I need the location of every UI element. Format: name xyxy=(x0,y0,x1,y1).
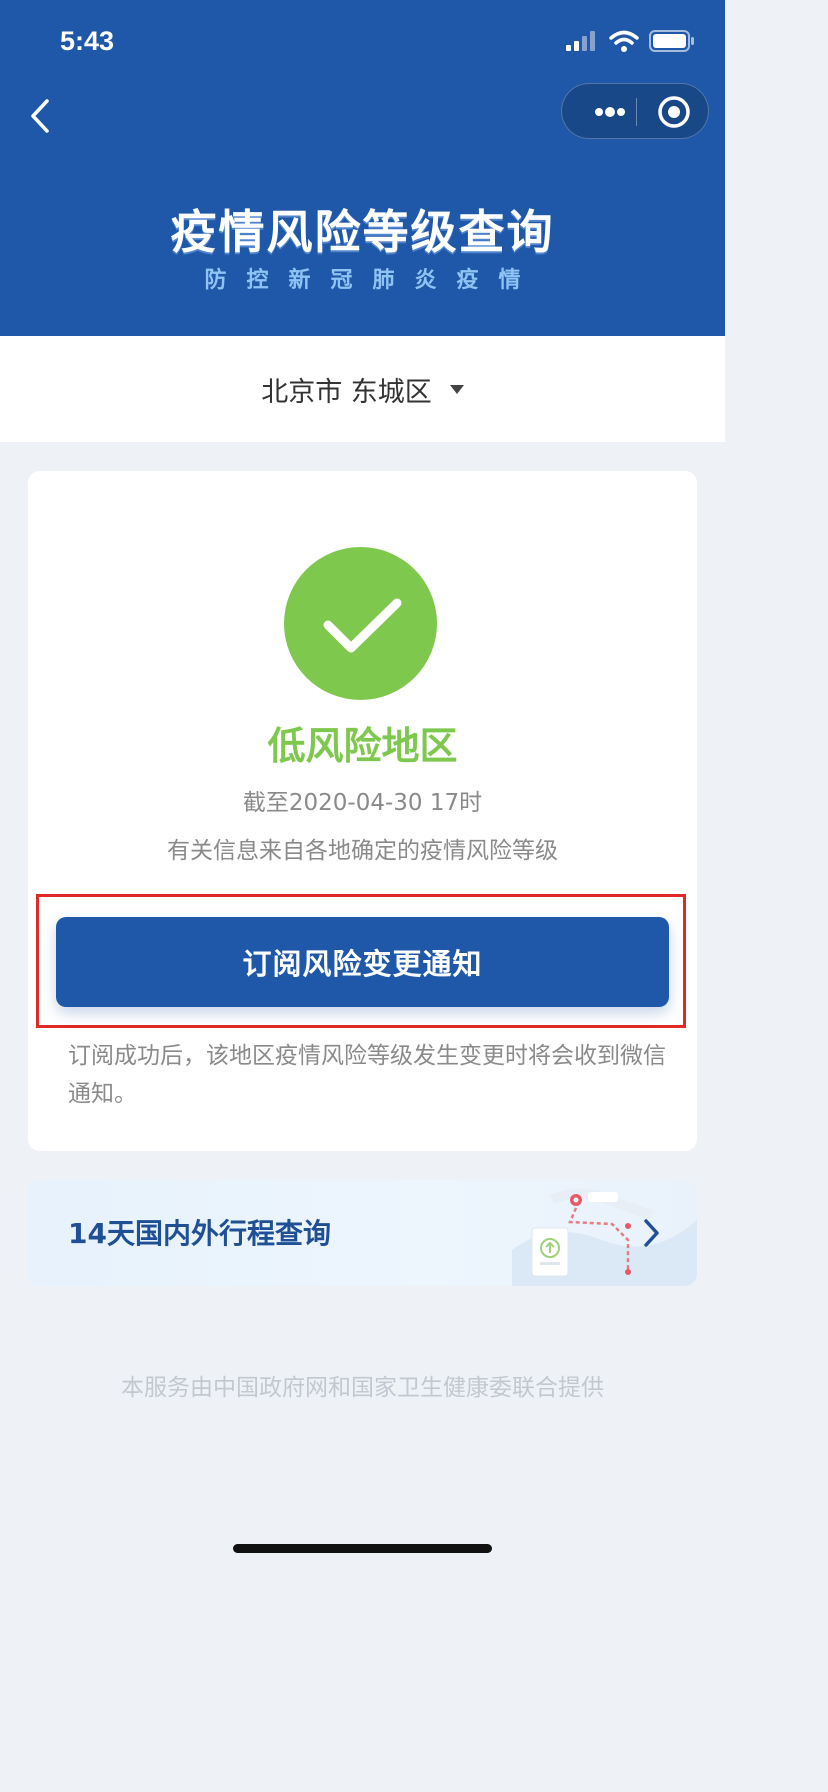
header: 5:43 疫情风险等级查询 防控新冠肺炎疫情 xyxy=(0,0,725,336)
location-value: 北京市 东城区 xyxy=(261,376,432,408)
home-indicator[interactable] xyxy=(233,1544,492,1553)
checkmark-icon xyxy=(323,598,402,653)
location-selector[interactable]: 北京市 东城区 xyxy=(261,370,464,409)
travel-history-label: 14天国内外行程查询 xyxy=(68,1217,331,1250)
status-time: 5:43 xyxy=(60,26,115,56)
close-mini-program-icon[interactable] xyxy=(654,84,710,140)
more-icon[interactable] xyxy=(582,84,638,140)
wifi-icon xyxy=(609,30,639,52)
dropdown-arrow-icon xyxy=(449,384,464,394)
mini-program-capsule xyxy=(561,83,709,139)
route-map-illustration xyxy=(512,1188,697,1286)
location-selector-bar: 北京市 东城区 xyxy=(0,336,725,442)
subscribe-button[interactable]: 订阅风险变更通知 xyxy=(56,917,669,1007)
info-source-note: 有关信息来自各地确定的疫情风险等级 xyxy=(167,838,558,864)
subscribe-note: 订阅成功后，该地区疫情风险等级发生变更时将会收到微信通知。 xyxy=(68,1043,666,1107)
status-icons xyxy=(565,30,695,52)
travel-history-query-card[interactable]: 14天国内外行程查询 xyxy=(28,1180,697,1286)
battery-icon xyxy=(649,30,694,52)
capsule-divider xyxy=(636,98,637,126)
footer-credit: 本服务由中国政府网和国家卫生健康委联合提供 xyxy=(121,1375,604,1401)
back-icon[interactable] xyxy=(22,96,62,136)
page-title: 疫情风险等级查询 xyxy=(170,205,555,259)
as-of-time: 截至2020-04-30 17时 xyxy=(242,790,483,816)
chevron-right-icon xyxy=(644,1219,659,1247)
page-subtitle: 防控新冠肺炎疫情 xyxy=(204,268,541,293)
risk-result-card: 低风险地区 截至2020-04-30 17时 有关信息来自各地确定的疫情风险等级… xyxy=(28,471,697,1151)
low-risk-status-icon xyxy=(284,547,437,700)
signal-icon xyxy=(566,31,595,51)
risk-level: 低风险地区 xyxy=(267,724,458,768)
